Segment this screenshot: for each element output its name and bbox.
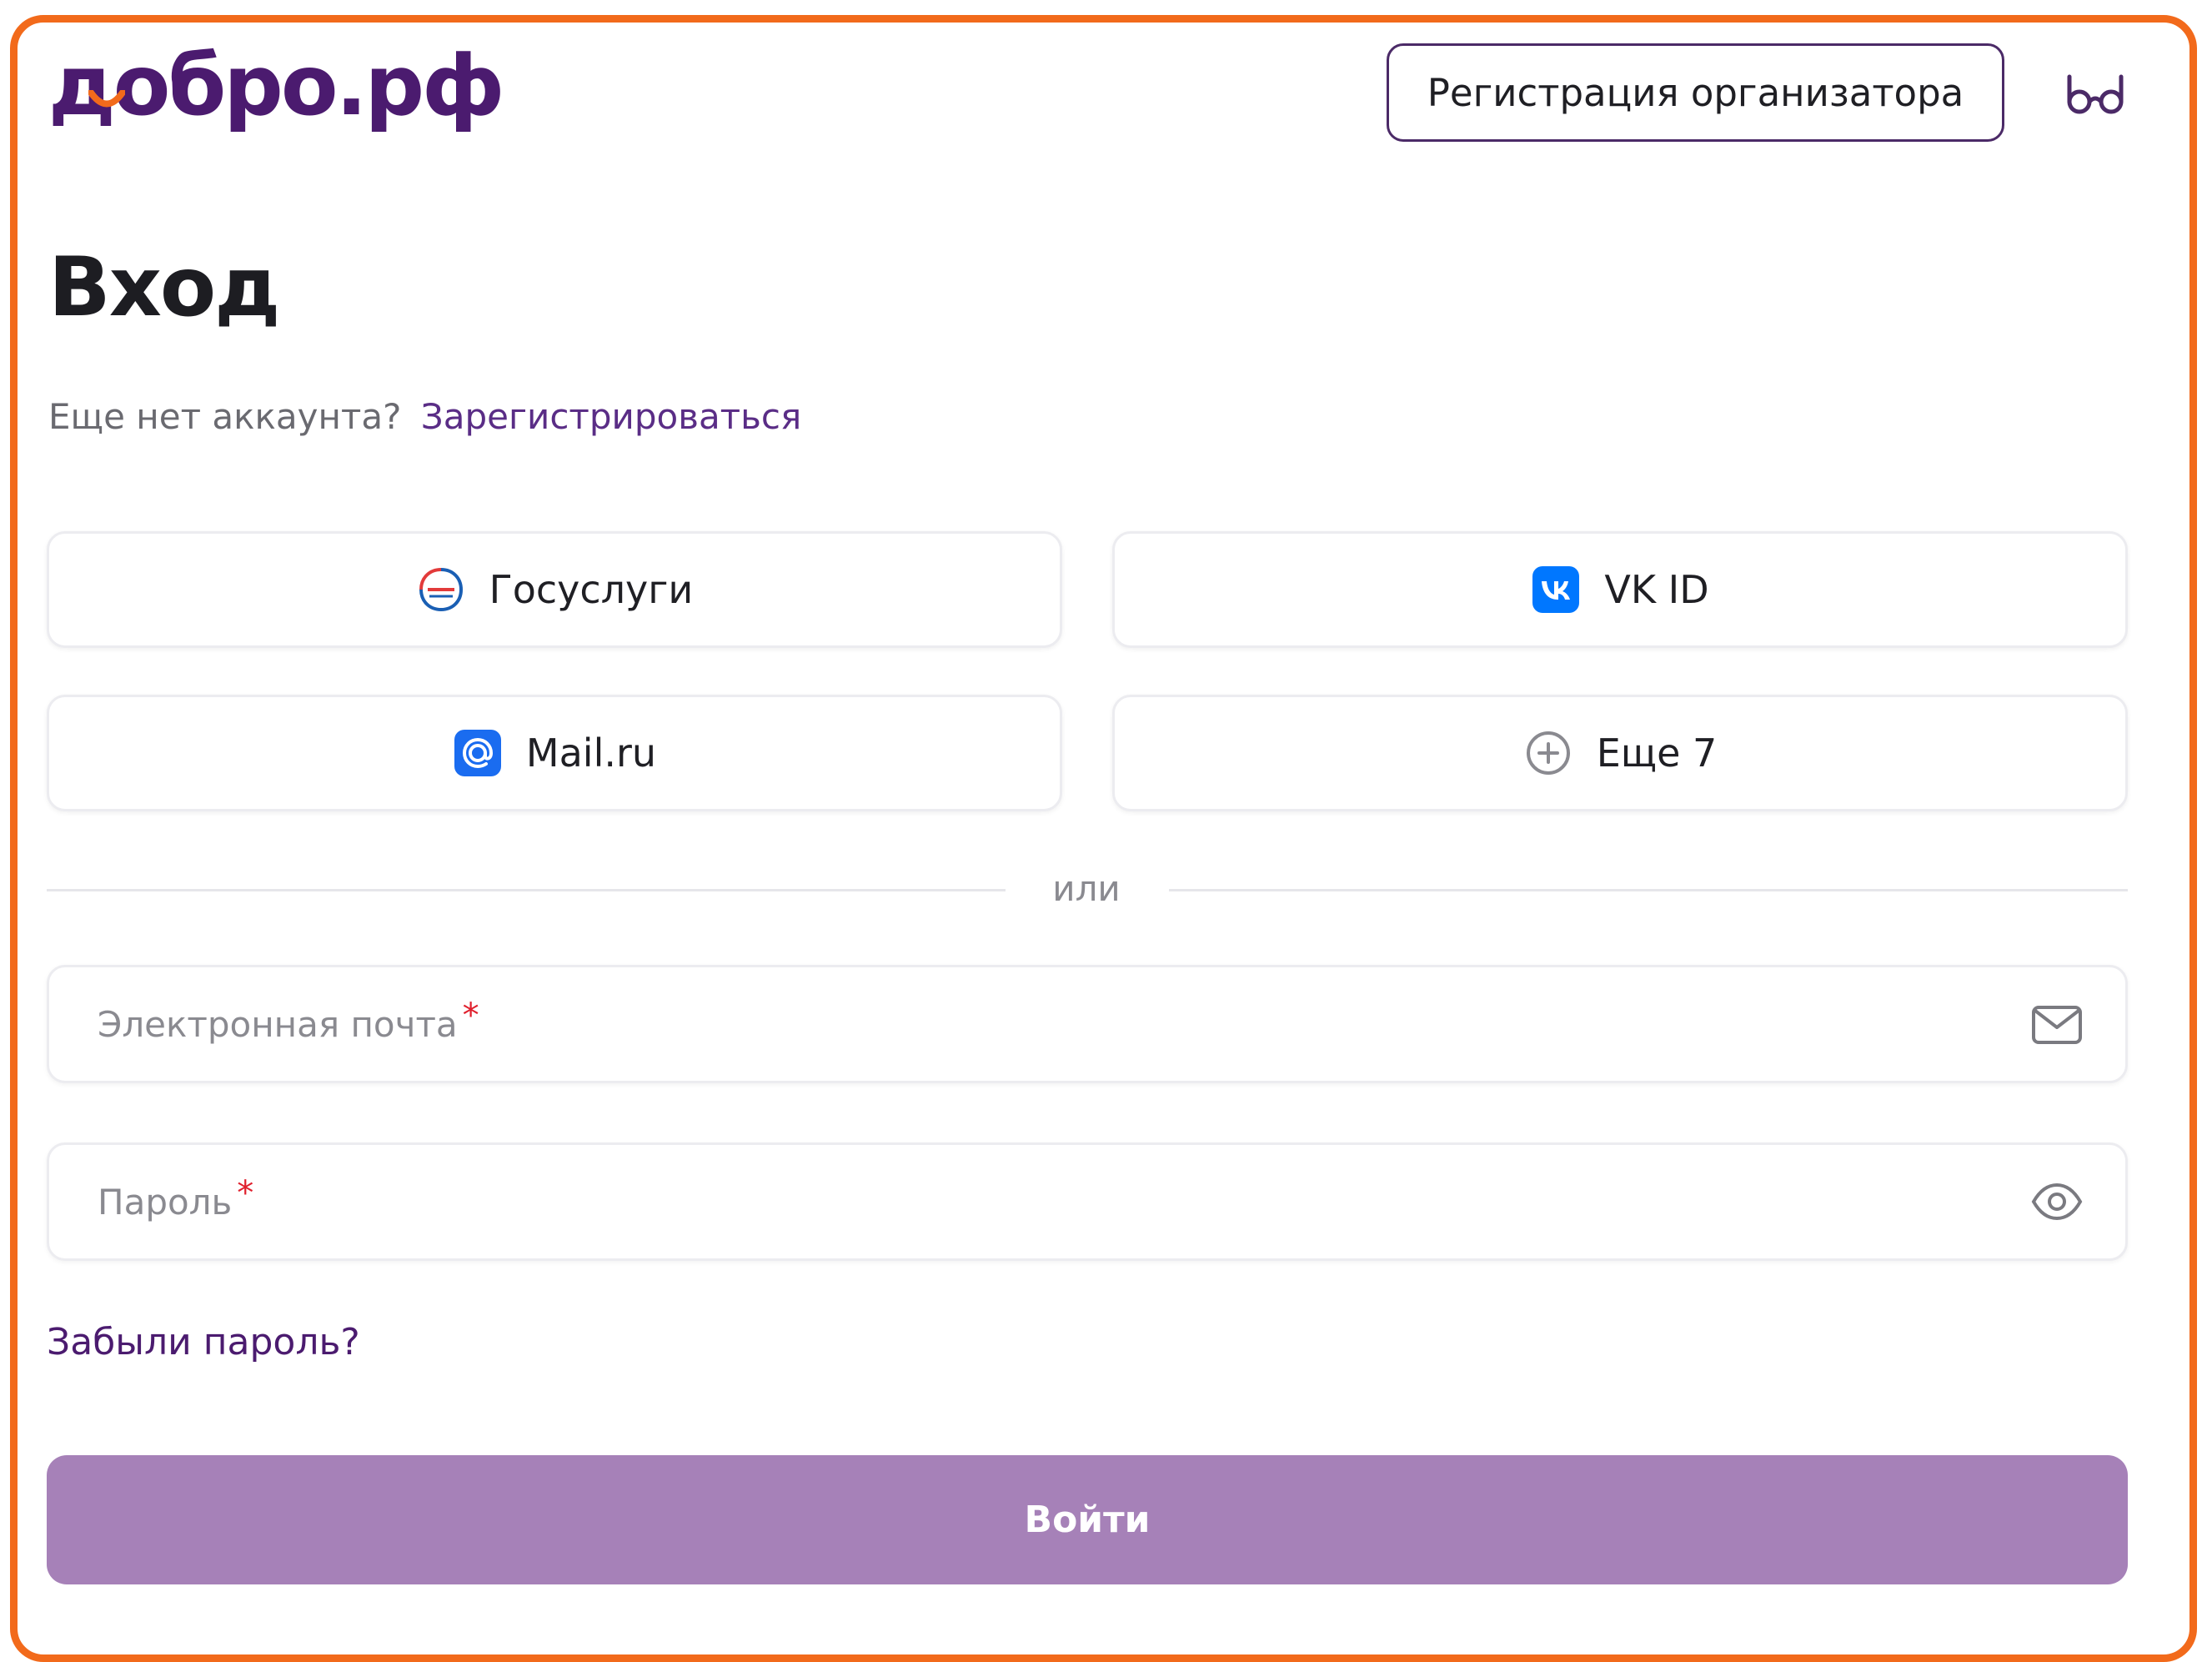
vk-icon	[1532, 566, 1580, 613]
vk-id-login-button[interactable]: VK ID	[1112, 531, 2128, 648]
divider-line-left	[47, 889, 1006, 891]
email-placeholder: Электронная почта	[98, 1003, 458, 1045]
logo-smile-icon	[88, 90, 125, 108]
more-providers-button[interactable]: Еще 7	[1112, 695, 2128, 811]
email-field[interactable]: Электронная почта *	[47, 965, 2128, 1083]
register-link[interactable]: Зарегистрироваться	[421, 396, 801, 437]
email-required-mark: *	[462, 997, 479, 1035]
envelope-icon	[2032, 1006, 2082, 1044]
password-field[interactable]: Пароль *	[47, 1142, 2128, 1261]
organizer-registration-label: Регистрация организатора	[1427, 70, 1964, 115]
logo-text: добро.рф	[48, 37, 504, 134]
no-account-row: Еще нет аккаунта? Зарегистрироваться	[48, 392, 801, 442]
forgot-password-link[interactable]: Забыли пароль?	[47, 1318, 360, 1368]
mail-ru-login-button[interactable]: Mail.ru	[47, 695, 1062, 811]
site-logo[interactable]: добро.рф	[48, 32, 504, 140]
mail-ru-label: Mail.ru	[525, 731, 657, 776]
more-providers-label: Еще 7	[1596, 731, 1718, 776]
eye-icon[interactable]	[2030, 1175, 2084, 1228]
no-account-text: Еще нет аккаунта?	[48, 396, 402, 437]
page-frame	[10, 15, 2197, 1662]
password-placeholder: Пароль	[98, 1181, 233, 1223]
gosuslugi-label: Госуслуги	[489, 567, 694, 612]
divider-text: или	[1052, 868, 1121, 909]
mail-ru-icon	[454, 730, 501, 776]
password-required-mark: *	[237, 1174, 254, 1213]
vk-id-label: VK ID	[1604, 567, 1709, 612]
plus-circle-icon	[1526, 731, 1570, 775]
page-title: Вход	[48, 240, 280, 335]
gosuslugi-login-button[interactable]: Госуслуги	[47, 531, 1062, 648]
organizer-registration-button[interactable]: Регистрация организатора	[1387, 43, 2004, 142]
login-submit-button[interactable]: Войти	[47, 1455, 2128, 1584]
email-placeholder-row: Электронная почта *	[98, 967, 479, 1081]
glasses-icon[interactable]	[2066, 70, 2124, 117]
gosuslugi-icon	[419, 568, 463, 612]
divider-line-right	[1169, 889, 2128, 891]
password-placeholder-row: Пароль *	[98, 1145, 253, 1258]
login-submit-label: Войти	[1024, 1499, 1151, 1541]
